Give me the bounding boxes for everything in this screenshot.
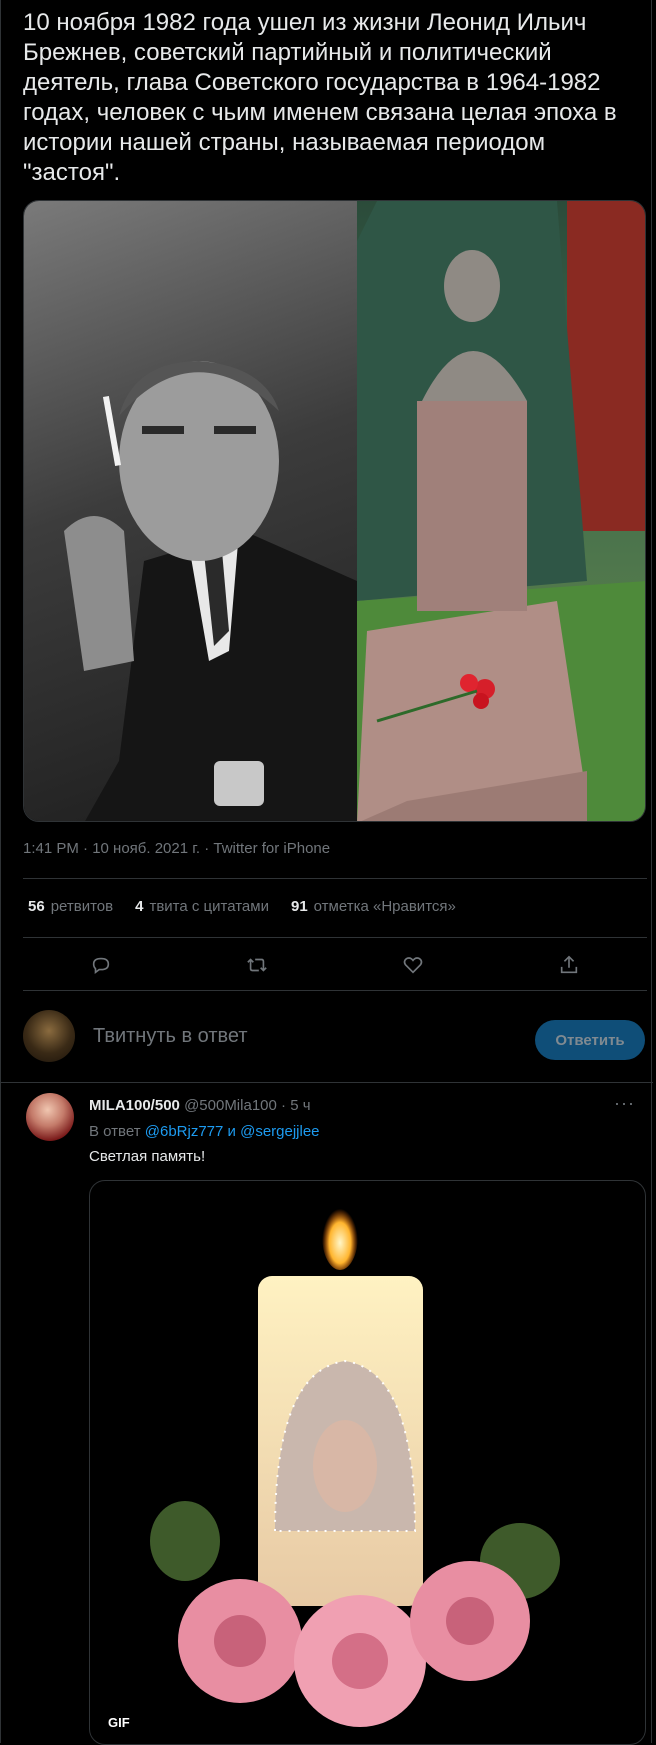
retweet-icon: [247, 958, 267, 972]
mention-link[interactable]: @sergejjlee: [240, 1123, 319, 1140]
author-name[interactable]: MILA100/500: [89, 1097, 180, 1114]
tweet-actions: [23, 945, 647, 985]
portrait-illustration: [64, 361, 357, 821]
reply-to-line: В ответ @6bRjz777 и @sergejjlee: [89, 1123, 320, 1140]
quotes-stat[interactable]: 4 твита с цитатами: [135, 898, 269, 915]
tweet-text: 10 ноября 1982 года ушел из жизни Леонид…: [23, 9, 617, 186]
memorial-photo[interactable]: [357, 201, 645, 821]
reply-composer: Твитнуть в ответ Ответить: [23, 1010, 647, 1066]
timeline-column: 10 ноября 1982 года ушел из жизни Леонид…: [0, 0, 653, 1745]
author-handle[interactable]: @500Mila100: [184, 1097, 277, 1114]
divider: [23, 937, 647, 938]
quotes-label: твита с цитатами: [149, 898, 269, 915]
likes-stat[interactable]: 91 отметка «Нравится»: [291, 898, 456, 915]
tweet-stats: 56 ретвитов 4 твита с цитатами 91 отметка «…: [28, 898, 456, 915]
memorial-illustration: [357, 201, 645, 821]
more-options-icon[interactable]: ···: [614, 1093, 635, 1114]
mention-link[interactable]: @6bRjz777: [145, 1123, 224, 1140]
reply-button[interactable]: [81, 945, 121, 985]
retweets-label: ретвитов: [50, 898, 114, 915]
reply-to-prefix: В ответ: [89, 1123, 141, 1140]
reply-icon: [92, 957, 110, 974]
tweet-media[interactable]: [23, 200, 646, 822]
divider: [23, 878, 647, 879]
gif-media[interactable]: GIF: [89, 1180, 646, 1745]
reply-input[interactable]: Твитнуть в ответ: [93, 1025, 248, 1048]
likes-label: отметка «Нравится»: [313, 898, 456, 915]
quotes-count: 4: [135, 898, 144, 915]
share-button[interactable]: [549, 945, 589, 985]
likes-count: 91: [290, 898, 308, 915]
avatar[interactable]: [23, 1010, 75, 1062]
divider: [1, 1082, 653, 1083]
retweet-button[interactable]: [237, 945, 277, 985]
heart-icon: [403, 957, 423, 974]
reply-time[interactable]: · 5 ч: [281, 1097, 311, 1114]
reply-submit-button[interactable]: Ответить: [535, 1020, 645, 1060]
divider: [23, 990, 647, 991]
candle-gif-illustration: [150, 1202, 560, 1727]
retweets-stat[interactable]: 56 ретвитов: [28, 898, 113, 915]
share-icon: [560, 955, 578, 974]
reply-header: MILA100/500 @500Mila100 · 5 ч: [89, 1097, 311, 1114]
reply-to-and: и: [227, 1123, 236, 1140]
avatar[interactable]: [26, 1093, 74, 1141]
reply-text: Светлая память!: [89, 1148, 206, 1165]
like-button[interactable]: [393, 945, 433, 985]
retweets-count: 56: [28, 898, 45, 915]
gif-badge: GIF: [102, 1713, 136, 1732]
tweet-timestamp[interactable]: 1:41 PM · 10 нояб. 2021 г. · Twitter for…: [23, 840, 330, 857]
portrait-photo[interactable]: [24, 201, 357, 821]
